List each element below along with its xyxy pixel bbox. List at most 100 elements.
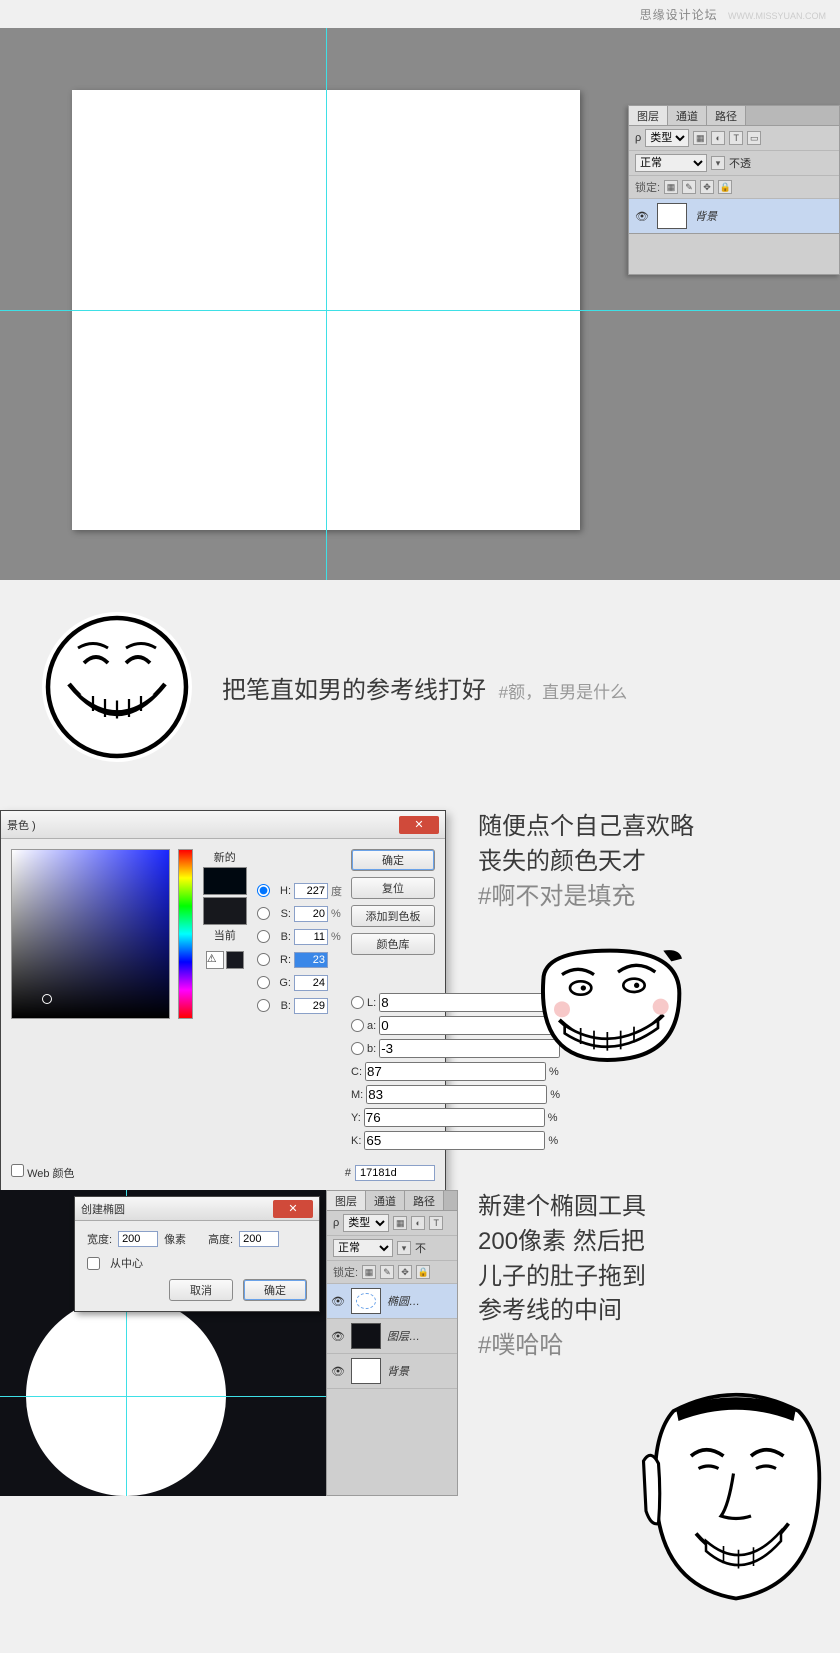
input-g[interactable] — [294, 975, 328, 991]
label-k: K: — [351, 1135, 361, 1147]
input-y[interactable] — [364, 1108, 545, 1127]
layer-row-layer[interactable]: 👁 图层… — [327, 1319, 457, 1354]
radio-r[interactable] — [257, 953, 270, 966]
blend-mode-select-2[interactable]: 正常 — [333, 1239, 393, 1257]
blend-dropdown-icon[interactable]: ▾ — [711, 156, 725, 170]
radio-a[interactable] — [351, 1019, 364, 1032]
lock-pixels-icon[interactable]: ▦ — [664, 180, 678, 194]
layer-row-bg[interactable]: 👁 背景 — [327, 1354, 457, 1389]
width-label: 宽度: — [87, 1231, 112, 1247]
ellipse-dialog-close-button[interactable]: ✕ — [273, 1200, 313, 1218]
dark-canvas[interactable]: 创建椭圆 ✕ 宽度: 像素 高度: 从中心 — [0, 1190, 326, 1496]
layers-panel-2: 图层 通道 路径 ρ 类型 ▦ ◐ T 正常 ▾ 不 锁定: — [326, 1190, 458, 1496]
tab-channels-2[interactable]: 通道 — [366, 1191, 405, 1210]
caption1-text: 把笔直如男的参考线打好 — [222, 677, 486, 704]
ok-button[interactable]: 确定 — [351, 849, 435, 871]
radio-l[interactable] — [351, 996, 364, 1009]
caption3-hash: #噗哈哈 — [478, 1329, 808, 1364]
caption1-hash: #额，直男是什么 — [499, 683, 627, 702]
web-colors-label[interactable]: Web 颜色 — [11, 1164, 75, 1181]
eye-icon-ellipse[interactable]: 👁 — [331, 1294, 345, 1308]
layer-row-background[interactable]: 👁 背景 — [629, 199, 839, 234]
opacity-hint: 不透 — [729, 155, 751, 171]
input-bb[interactable] — [294, 998, 328, 1014]
input-b[interactable] — [294, 929, 328, 945]
watermark-url: WWW.MISSYUAN.COM — [728, 11, 826, 21]
label-r: R: — [273, 954, 291, 966]
filter-image-icon[interactable]: ▦ — [693, 131, 707, 145]
layer-filter-select-2[interactable]: 类型 — [343, 1214, 389, 1232]
swatch-new-label: 新的 — [214, 849, 236, 865]
add-swatch-button[interactable]: 添加到色板 — [351, 905, 435, 927]
swatch-column: 新的 当前 ⚠ — [201, 849, 249, 1150]
input-r[interactable] — [294, 952, 328, 968]
guide-horizontal[interactable] — [0, 310, 840, 311]
watermark: 思缘设计论坛 WWW.MISSYUAN.COM — [640, 6, 826, 23]
blend-dropdown-icon-2[interactable]: ▾ — [397, 1241, 411, 1255]
lock-all-icon[interactable]: 🔒 — [718, 180, 732, 194]
tab-layers-2[interactable]: 图层 — [327, 1191, 366, 1210]
layer-thumbnail[interactable] — [657, 203, 687, 229]
close-button[interactable]: ✕ — [399, 816, 439, 834]
caption2-line1: 随便点个自己喜欢略 — [478, 810, 798, 845]
width-input[interactable] — [118, 1231, 158, 1247]
input-k[interactable] — [364, 1131, 545, 1150]
thumb-ellipse[interactable] — [351, 1288, 381, 1314]
reset-button[interactable]: 复位 — [351, 877, 435, 899]
tab-paths[interactable]: 路径 — [707, 106, 746, 125]
meme-laugh-face-icon — [42, 612, 192, 762]
lock-move-icon[interactable]: ✥ — [700, 180, 714, 194]
filter-shape-icon[interactable]: ▭ — [747, 131, 761, 145]
radio-s[interactable] — [257, 907, 270, 920]
lock-pixels-icon-2[interactable]: ▦ — [362, 1265, 376, 1279]
layer-filter-select[interactable]: 类型 — [645, 129, 689, 147]
layer-row-ellipse[interactable]: 👁 椭圆… — [327, 1284, 457, 1319]
web-colors-checkbox[interactable] — [11, 1164, 24, 1177]
radio-lb[interactable] — [351, 1042, 364, 1055]
color-library-button[interactable]: 颜色库 — [351, 933, 435, 955]
input-s[interactable] — [294, 906, 328, 922]
tab-layers[interactable]: 图层 — [629, 106, 668, 125]
filter-image-icon-2[interactable]: ▦ — [393, 1216, 407, 1230]
ellipse-cancel-button[interactable]: 取消 — [169, 1279, 233, 1301]
radio-h[interactable] — [257, 884, 270, 897]
color-field-marker[interactable] — [42, 994, 52, 1004]
hue-slider[interactable] — [178, 849, 193, 1019]
tab-channels[interactable]: 通道 — [668, 106, 707, 125]
input-c[interactable] — [365, 1062, 546, 1081]
eye-icon-bg[interactable]: 👁 — [331, 1364, 345, 1378]
radio-b[interactable] — [257, 930, 270, 943]
ellipse-ok-button[interactable]: 确定 — [243, 1279, 307, 1301]
input-m[interactable] — [366, 1085, 547, 1104]
layer-name-bg: 背景 — [387, 1363, 409, 1379]
filter-text-icon-2[interactable]: T — [429, 1216, 443, 1230]
swatch-current-label: 当前 — [214, 927, 236, 943]
lock-brush-icon-2[interactable]: ✎ — [380, 1265, 394, 1279]
lock-move-icon-2[interactable]: ✥ — [398, 1265, 412, 1279]
blend-mode-select[interactable]: 正常 — [635, 154, 707, 172]
layer-name-layer: 图层… — [387, 1328, 420, 1344]
height-input[interactable] — [239, 1231, 279, 1247]
lock-all-icon-2[interactable]: 🔒 — [416, 1265, 430, 1279]
visibility-eye-icon[interactable]: 👁 — [635, 209, 649, 223]
radio-bb[interactable] — [257, 999, 270, 1012]
swatch-warning-icon[interactable]: ⚠ — [206, 951, 224, 969]
filter-text-icon[interactable]: T — [729, 131, 743, 145]
swatch-nearest[interactable] — [226, 951, 244, 969]
lock-brush-icon[interactable]: ✎ — [682, 180, 696, 194]
thumb-bg[interactable] — [351, 1358, 381, 1384]
radio-g[interactable] — [257, 976, 270, 989]
eye-icon-layer[interactable]: 👁 — [331, 1329, 345, 1343]
hex-input[interactable] — [355, 1165, 435, 1181]
thumb-layer[interactable] — [351, 1323, 381, 1349]
guide-horizontal-2[interactable] — [0, 1396, 326, 1397]
hsb-rgb-column: H: 度 S: % B: % — [257, 849, 343, 1150]
tab-paths-2[interactable]: 路径 — [405, 1191, 444, 1210]
filter-adjust-icon-2[interactable]: ◐ — [411, 1216, 425, 1230]
from-center-checkbox[interactable] — [87, 1257, 100, 1270]
filter-adjust-icon[interactable]: ◐ — [711, 131, 725, 145]
guide-vertical[interactable] — [326, 28, 327, 580]
input-h[interactable] — [294, 883, 328, 899]
lock-label: 锁定: — [635, 179, 660, 195]
color-field[interactable] — [11, 849, 170, 1019]
